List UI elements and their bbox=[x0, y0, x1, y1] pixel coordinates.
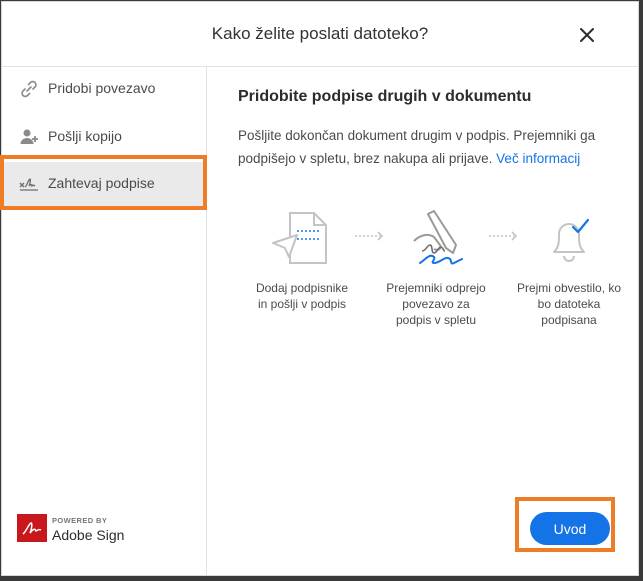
bell-check-icon bbox=[553, 218, 590, 262]
sidebar-item-send-copy[interactable]: Pošlji kopijo bbox=[2, 115, 207, 159]
send-document-icon bbox=[272, 212, 327, 264]
content-heading: Pridobite podpise drugih v dokumentu bbox=[238, 88, 532, 105]
sidebar-item-label: Pošlji kopijo bbox=[48, 128, 122, 144]
step-caption: Prejmi obvestilo, ko bo datoteka podpisa… bbox=[516, 281, 622, 327]
learn-more-link[interactable]: Več informacij bbox=[496, 151, 580, 166]
highlight-box bbox=[515, 497, 615, 552]
content-description: Pošljite dokončan dokument drugim v podp… bbox=[238, 124, 628, 170]
link-icon bbox=[21, 80, 37, 98]
powered-by-adobe-sign: POWERED BY Adobe Sign bbox=[17, 514, 124, 547]
dialog-header: Kako želite poslati datoteko? bbox=[2, 2, 638, 67]
close-icon[interactable] bbox=[576, 24, 598, 46]
send-file-dialog: Kako želite poslati datoteko? Pridobi po… bbox=[1, 1, 639, 576]
adobe-sign-logo-icon bbox=[17, 514, 47, 542]
sidebar: Pridobi povezavo Pošlji kopijo Zahtevaj … bbox=[2, 67, 207, 575]
main-content: Pridobite podpise drugih v dokumentu bbox=[238, 88, 628, 106]
dialog-title: Kako želite poslati datoteko? bbox=[211, 24, 429, 43]
pen-signature-icon bbox=[413, 210, 463, 265]
step-caption: Prejemniki odprejo povezavo za podpis v … bbox=[386, 281, 486, 327]
step-caption: Dodaj podpisnike in pošlji v podpis bbox=[255, 281, 349, 311]
powered-by-label: POWERED BY bbox=[52, 516, 108, 525]
highlight-box bbox=[0, 155, 207, 210]
sidebar-item-label: Pridobi povezavo bbox=[48, 80, 156, 96]
user-add-icon bbox=[20, 129, 38, 144]
arrow-right-icon bbox=[355, 231, 384, 241]
sidebar-item-get-link[interactable]: Pridobi povezavo bbox=[2, 67, 207, 111]
arrow-right-icon bbox=[489, 231, 518, 241]
brand-label: Adobe Sign bbox=[52, 527, 125, 543]
